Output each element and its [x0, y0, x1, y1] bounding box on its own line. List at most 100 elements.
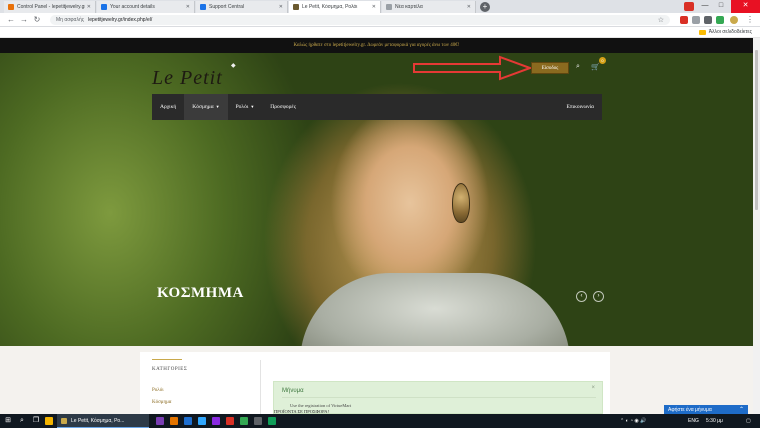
tab-close-icon[interactable]: ✕	[467, 4, 471, 10]
bookmarks-bar: Άλλοι σελιδοδείκτες	[0, 27, 760, 38]
close-window-button[interactable]: ✕	[731, 0, 760, 13]
search-icon[interactable]: ⌕	[17, 416, 27, 426]
app-icon[interactable]	[198, 417, 206, 425]
browser-toolbar: ← → ↻ Μη ασφαλής lepetitjewelry.gr/index…	[0, 13, 760, 27]
diamond-icon: ◆	[231, 63, 236, 69]
app-icon[interactable]	[254, 417, 262, 425]
new-tab-button[interactable]: +	[480, 2, 490, 12]
caret-down-icon: ▼	[215, 104, 220, 109]
promo-bar: Καλώς ήρθατε στο lepetitjewelry.gr. Δωρε…	[0, 38, 753, 53]
control-panel-favicon-icon	[8, 4, 14, 10]
nav-item-contact[interactable]: Επικοινωνία	[559, 94, 602, 120]
browser-tab-strip: Control Panel - lepetitjewelry.gr ✕ Your…	[0, 0, 760, 13]
tab-label: Support Central	[209, 4, 245, 10]
message-title: Μήνυμα	[282, 388, 304, 394]
site-logo[interactable]: Le Petit	[152, 67, 223, 90]
clock[interactable]: 5:30 μμ	[706, 414, 723, 428]
extension-icon[interactable]	[716, 16, 724, 24]
back-button[interactable]: ←	[6, 15, 16, 25]
extension-icon[interactable]	[692, 16, 700, 24]
new-tab-favicon-icon	[386, 4, 392, 10]
url-text: lepetitjewelry.gr/index.php/el/	[88, 17, 153, 23]
tab-label: Your account details	[110, 4, 155, 10]
security-label[interactable]: Μη ασφαλής	[56, 17, 84, 23]
website: Καλώς ήρθατε στο lepetitjewelry.gr. Δωρε…	[0, 38, 753, 414]
nav-item-watches[interactable]: Ρολόι ▼	[228, 94, 263, 120]
app-icon[interactable]	[226, 417, 234, 425]
divider	[260, 360, 261, 414]
caret-down-icon: ▼	[250, 104, 255, 109]
chat-label: Αφήστε ένα μήνυμα	[668, 407, 712, 413]
app-icon[interactable]	[268, 417, 276, 425]
system-message: Μήνυμα × Use the registration of VirtueM…	[273, 381, 603, 414]
tab-label: Νέα καρτέλα	[395, 4, 423, 10]
tab-label: Control Panel - lepetitjewelry.gr	[17, 4, 85, 10]
scrollbar-thumb[interactable]	[755, 50, 758, 210]
maximize-button[interactable]: □	[713, 0, 729, 13]
windows-start-icon[interactable]: ⊞	[3, 416, 13, 426]
tab-close-icon[interactable]: ✕	[186, 4, 190, 10]
content-area: ΚΑΤΗΓΟΡΙΕΣ Ρολόι Κόσμημα Μήνυμα × Use th…	[0, 346, 753, 414]
notifications-icon[interactable]: ▢	[746, 414, 751, 428]
red-arrow-annotation	[413, 55, 532, 81]
hero-image-earring	[452, 183, 470, 223]
nav-item-offers[interactable]: Προσφορές	[262, 94, 304, 120]
message-close-button[interactable]: ×	[591, 385, 595, 391]
forward-button[interactable]: →	[19, 15, 29, 25]
minimize-button[interactable]: —	[697, 0, 713, 13]
app-icon[interactable]	[170, 417, 178, 425]
tab-le-petit[interactable]: Le Petit, Κόσμημα, Ρολόι ✕	[289, 1, 381, 13]
category-link[interactable]: Κόσμημα	[152, 400, 171, 405]
task-view-icon[interactable]: ❐	[31, 416, 41, 426]
support-favicon-icon	[200, 4, 206, 10]
app-icon[interactable]	[212, 417, 220, 425]
category-link[interactable]: Ρολόι	[152, 388, 164, 393]
main-navigation: Αρχική Κόσμημα ▼ Ρολόι ▼ Προσφορές Επικοιν…	[152, 94, 602, 120]
tab-close-icon[interactable]: ✕	[372, 4, 376, 10]
menu-icon[interactable]: ⋮	[745, 15, 755, 25]
divider	[152, 359, 182, 360]
message-line: Use the registration of VirtueMart	[290, 403, 352, 408]
tab-close-icon[interactable]: ✕	[279, 4, 283, 10]
reload-button[interactable]: ↻	[32, 15, 42, 25]
extension-icon[interactable]	[680, 16, 688, 24]
tab-close-icon[interactable]: ✕	[87, 4, 91, 10]
nav-item-label: Ρολόι	[235, 104, 249, 110]
tab-label: Le Petit, Κόσμημα, Ρολόι	[302, 4, 358, 10]
taskbar: ⊞ ⌕ ❐ Le Petit, Κόσμημα, Ρο... ⌃ ◐ ◔ ◉ 🔊…	[0, 414, 760, 428]
slider-prev-button[interactable]: ‹	[576, 291, 587, 302]
tab-account-details[interactable]: Your account details ✕	[97, 1, 195, 13]
hero-title: ΚΟΣΜΗΜΑ	[157, 285, 244, 301]
other-bookmarks-label: Άλλοι σελιδοδείκτες	[708, 29, 752, 35]
address-bar[interactable]: Μη ασφαλής lepetitjewelry.gr/index.php/e…	[50, 15, 670, 25]
other-bookmarks[interactable]: Άλλοι σελιδοδείκτες	[698, 29, 752, 35]
app-icon[interactable]	[240, 417, 248, 425]
tab-support-central[interactable]: Support Central ✕	[196, 1, 288, 13]
language-indicator[interactable]: ENG	[688, 414, 699, 428]
tray-icons[interactable]: ⌃ ◐ ◔ ◉ 🔊	[620, 414, 646, 428]
divider	[282, 397, 596, 398]
le-petit-favicon-icon	[61, 418, 67, 424]
hero-slider[interactable]: Le Petit ◆ Είσοδος ⌕ 🛒 0 Αρχική Κόσμημα ▼…	[0, 53, 753, 346]
extension-icon[interactable]	[704, 16, 712, 24]
avatar[interactable]	[730, 16, 738, 24]
app-icon[interactable]	[156, 417, 164, 425]
login-button[interactable]: Είσοδος	[531, 62, 569, 74]
tab-new-tab[interactable]: Νέα καρτέλα ✕	[382, 1, 476, 13]
search-icon[interactable]: ⌕	[576, 63, 580, 71]
slider-next-button[interactable]: ›	[593, 291, 604, 302]
taskbar-item-browser[interactable]: Le Petit, Κόσμημα, Ρο...	[57, 414, 149, 428]
bookmark-star-icon[interactable]: ☆	[658, 16, 664, 24]
file-explorer-icon[interactable]	[45, 417, 53, 425]
nav-item-jewelry[interactable]: Κόσμημα ▼	[184, 94, 228, 120]
account-favicon-icon	[101, 4, 107, 10]
cart-icon[interactable]: 🛒	[591, 63, 600, 71]
hero-image-dress	[300, 273, 570, 346]
nav-item-home[interactable]: Αρχική	[152, 94, 184, 120]
taskbar-item-label: Le Petit, Κόσμημα, Ρο...	[71, 418, 125, 424]
profile-icon[interactable]	[684, 2, 694, 11]
app-icon[interactable]	[184, 417, 192, 425]
tab-control-panel[interactable]: Control Panel - lepetitjewelry.gr ✕	[4, 1, 96, 13]
le-petit-favicon-icon	[293, 4, 299, 10]
cart-count-badge: 0	[599, 57, 606, 64]
